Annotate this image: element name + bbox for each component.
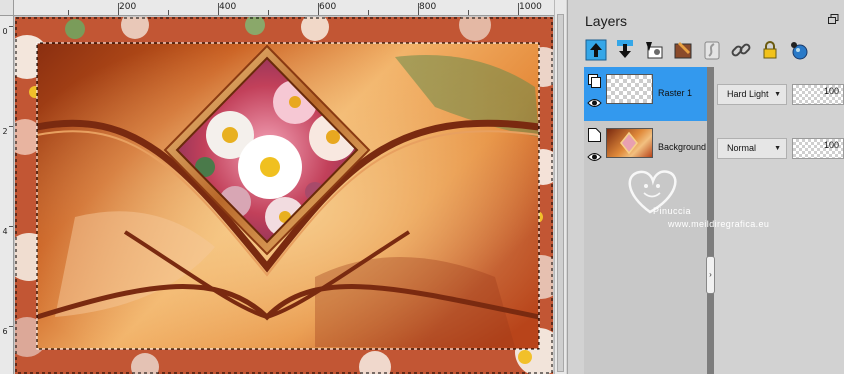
- opacity-field-raster-1[interactable]: 100: [792, 84, 844, 105]
- lock-layer-button[interactable]: [758, 38, 781, 61]
- layer-name: Background: [658, 142, 707, 152]
- new-raster-layer-icon: [645, 41, 662, 58]
- chevron-down-icon: ▼: [774, 145, 781, 152]
- watermark-url: www.meildiregrafica.eu: [668, 219, 770, 229]
- new-adjustment-layer-icon: [704, 41, 719, 59]
- ruler-corner: [0, 0, 14, 16]
- new-adjustment-layer-button[interactable]: [700, 38, 723, 61]
- view-effects-icon: [790, 41, 807, 59]
- horizontal-ruler[interactable]: 200 400 600 800 1000: [14, 0, 554, 16]
- canvas-area[interactable]: 200 400 600 800 1000 0 2 4 6: [0, 0, 566, 374]
- link-layer-button[interactable]: [729, 38, 752, 61]
- layer-name: Raster 1: [658, 88, 693, 98]
- eye-visibility-icon[interactable]: [587, 97, 602, 109]
- ruler-label: 6: [2, 327, 8, 336]
- app-window: 200 400 600 800 1000 0 2 4 6 Layers Rast…: [0, 0, 844, 374]
- view-effects-button[interactable]: [787, 38, 810, 61]
- blend-mode-dropdown-raster-1[interactable]: Hard Light ▼: [717, 84, 787, 105]
- blend-mode-dropdown-background[interactable]: Normal ▼: [717, 138, 787, 159]
- artwork-canvas[interactable]: [5, 9, 563, 374]
- move-down-icon: [616, 39, 633, 58]
- canvas-vertical-scrollbar[interactable]: [554, 0, 566, 374]
- move-up-icon: [585, 39, 606, 60]
- scrollbar-thumb[interactable]: [557, 14, 564, 372]
- new-mask-layer-icon: [674, 41, 691, 58]
- opacity-value: 100: [823, 140, 839, 150]
- lock-icon: [763, 40, 776, 58]
- raster-layer-type-icon: [588, 74, 601, 88]
- ruler-label: 800: [419, 2, 437, 12]
- artwork-image: [5, 9, 563, 374]
- panel-title: Layers: [585, 13, 628, 29]
- background-layer-type-icon: [588, 128, 601, 142]
- new-mask-layer-button[interactable]: [671, 38, 694, 61]
- blend-mode-value: Normal: [727, 143, 757, 153]
- move-layer-up-button[interactable]: [584, 38, 607, 61]
- ruler-label: 1000: [519, 2, 542, 12]
- layers-toolbar: [584, 38, 816, 62]
- splitter-expand-handle[interactable]: ›: [706, 256, 715, 294]
- vertical-ruler[interactable]: 0 2 4 6: [0, 16, 14, 374]
- ruler-label: 4: [2, 227, 8, 236]
- restore-window-icon: [827, 14, 838, 24]
- link-icon: [731, 43, 750, 56]
- new-raster-layer-button[interactable]: [642, 38, 665, 61]
- move-layer-down-button[interactable]: [613, 38, 636, 61]
- ruler-label: 600: [319, 2, 337, 12]
- layer-row-raster-1[interactable]: Raster 1: [584, 67, 707, 121]
- blend-mode-value: Hard Light: [727, 89, 769, 99]
- layer-thumbnail: [606, 128, 653, 158]
- ruler-label: 0: [2, 27, 8, 36]
- watermark-name: Pinuccia: [653, 206, 692, 216]
- chevron-down-icon: ▼: [774, 91, 781, 98]
- float-panel-button[interactable]: [827, 14, 839, 26]
- eye-visibility-icon[interactable]: [587, 151, 602, 163]
- ruler-label: 400: [219, 2, 237, 12]
- opacity-field-background[interactable]: 100: [792, 138, 844, 159]
- opacity-value: 100: [823, 86, 839, 96]
- layer-thumbnail: [606, 74, 653, 104]
- ruler-label: 200: [119, 2, 137, 12]
- ruler-label: 2: [2, 127, 8, 136]
